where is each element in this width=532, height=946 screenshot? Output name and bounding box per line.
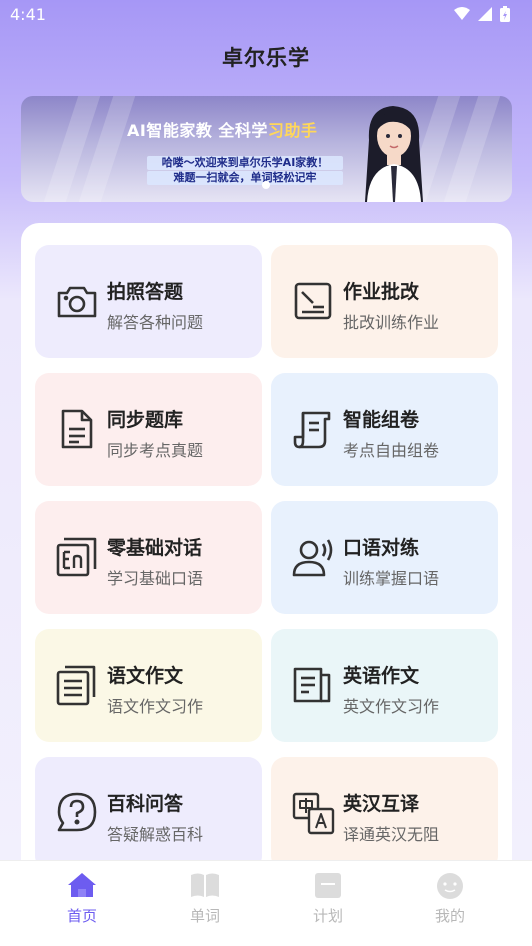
feature-tile-photo-answer[interactable]: 拍照答题 解答各种问题	[35, 245, 262, 358]
feature-tile-english-essay[interactable]: 英语作文 英文作文习作	[271, 629, 498, 742]
nav-label-mine: 我的	[434, 907, 465, 925]
feature-tile-speaking-practice[interactable]: 口语对练 训练掌握口语	[271, 501, 498, 614]
feature-tile-translation[interactable]: 英汉互译 译通英汉无阻	[271, 757, 498, 870]
feature-subtitle: 训练掌握口语	[343, 569, 440, 588]
speaking-icon	[292, 539, 333, 577]
feature-subtitle: 答疑解惑百科	[107, 825, 204, 844]
status-bar: 4:41	[0, 0, 532, 30]
feature-tile-smart-paper[interactable]: 智能组卷 考点自由组卷	[271, 373, 498, 486]
feature-title: 零基础对话	[107, 537, 203, 559]
banner-headline-main: AI智能家教 全科学	[127, 121, 268, 140]
status-time: 4:41	[10, 5, 46, 24]
feature-subtitle: 解答各种问题	[107, 313, 204, 332]
document-icon	[61, 409, 93, 449]
feature-subtitle: 译通英汉无阻	[343, 825, 440, 844]
feature-subtitle: 考点自由组卷	[343, 441, 440, 460]
banner-line-2: 难题一扫就会，单词轻松记牢	[147, 171, 343, 185]
feature-subtitle: 语文作文习作	[107, 697, 204, 716]
tutor-illustration	[365, 106, 423, 202]
translate-icon	[292, 792, 335, 835]
feature-title: 智能组卷	[343, 409, 420, 431]
nav-label-plan: 计划	[312, 907, 343, 925]
page-title: 卓尔乐学	[222, 46, 310, 70]
wifi-icon	[454, 7, 470, 20]
feature-title: 拍照答题	[107, 281, 184, 303]
feature-title: 口语对练	[343, 537, 420, 559]
feature-title: 英汉互译	[343, 793, 420, 815]
essay-icon	[293, 667, 331, 703]
feature-title: 同步题库	[107, 409, 184, 431]
feature-tile-question-bank[interactable]: 同步题库 同步考点真题	[35, 373, 262, 486]
feature-panel: 拍照答题 解答各种问题 作业批改 批改训练作业 同步题库 同步考点真题 智能组卷…	[21, 223, 512, 903]
camera-icon	[57, 286, 97, 318]
profile-icon	[437, 873, 463, 899]
banner-headline: AI智能家教 全科学习助手	[127, 117, 317, 141]
feature-tile-encyclopedia-qa[interactable]: 百科问答 答疑解惑百科	[35, 757, 262, 870]
bottom-nav: 首页 单词 计划 我的	[0, 860, 532, 946]
status-icons	[454, 6, 510, 22]
feature-subtitle: 学习基础口语	[107, 569, 204, 588]
book-icon	[191, 873, 219, 897]
calendar-icon	[315, 873, 341, 898]
banner-line-1: 哈喽～欢迎来到卓尔乐学AI家教！	[147, 156, 343, 170]
feature-tile-chinese-essay[interactable]: 语文作文 语文作文习作	[35, 629, 262, 742]
banner-subtext: 哈喽～欢迎来到卓尔乐学AI家教！ 难题一扫就会，单词轻松记牢	[147, 156, 343, 186]
carousel-indicator	[262, 181, 270, 189]
signal-icon	[478, 7, 492, 21]
grading-icon	[294, 282, 332, 320]
home-icon	[68, 873, 96, 897]
english-icon	[56, 537, 97, 577]
nav-label-words: 单词	[189, 907, 220, 925]
nav-tab-home[interactable]: 首页	[32, 871, 132, 926]
nav-label-home: 首页	[66, 907, 97, 925]
banner-headline-highlight: 习助手	[267, 121, 318, 140]
battery-icon	[500, 6, 510, 22]
nav-tab-plan[interactable]: 计划	[278, 871, 378, 926]
feature-subtitle: 英文作文习作	[343, 697, 440, 716]
scroll-icon	[293, 411, 331, 449]
feature-subtitle: 批改训练作业	[343, 313, 440, 332]
feature-subtitle: 同步考点真题	[107, 441, 204, 460]
notes-icon	[56, 665, 96, 706]
nav-tab-words[interactable]: 单词	[155, 871, 255, 926]
nav-tab-mine[interactable]: 我的	[400, 871, 500, 926]
feature-tile-homework-grading[interactable]: 作业批改 批改训练作业	[271, 245, 498, 358]
feature-title: 语文作文	[107, 665, 184, 687]
feature-title: 作业批改	[343, 281, 420, 303]
question-icon	[57, 792, 97, 832]
feature-title: 百科问答	[107, 793, 184, 815]
feature-title: 英语作文	[343, 665, 420, 687]
feature-tile-beginner-dialogue[interactable]: 零基础对话 学习基础口语	[35, 501, 262, 614]
